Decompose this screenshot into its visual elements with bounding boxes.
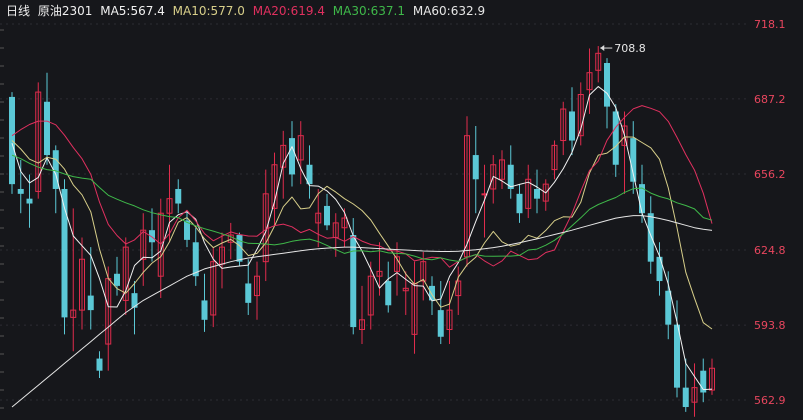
candle-body-down xyxy=(245,283,252,303)
candle-body-down xyxy=(87,295,94,311)
y-tick-label: 656.2 xyxy=(754,168,786,181)
candle-body-down xyxy=(472,155,479,180)
y-tick-label: 593.8 xyxy=(754,319,786,332)
candle-body-down xyxy=(612,111,619,165)
ma5-line xyxy=(11,86,713,391)
candle-body-down xyxy=(604,63,610,107)
candle-body-down xyxy=(96,358,103,371)
y-tick-label: 624.8 xyxy=(754,244,786,257)
candle-body-down xyxy=(647,213,654,262)
candle-body-down xyxy=(201,300,208,320)
ma30-line xyxy=(11,154,713,262)
candle-body-down xyxy=(17,188,24,194)
y-tick-label: 687.2 xyxy=(754,93,786,106)
y-tick-label: 562.9 xyxy=(754,394,786,407)
candle-body-down xyxy=(114,273,120,286)
candle-body-down xyxy=(175,188,182,204)
candle-body-down xyxy=(192,242,199,277)
candle-body-down xyxy=(26,198,33,204)
candle-body-down xyxy=(350,235,357,328)
ma20-line xyxy=(11,105,713,268)
candle-body-down xyxy=(289,138,295,175)
candle-body-down xyxy=(44,101,50,156)
candle-body-down xyxy=(385,281,392,306)
candle-body-down xyxy=(682,387,689,408)
candle-body-down xyxy=(665,290,672,325)
candlestick-plot[interactable]: 718.1 687.2 656.2 624.8 593.8 562.9 708.8 xyxy=(0,0,803,420)
high-marker-label: 708.8 xyxy=(614,42,646,55)
y-tick-label: 718.1 xyxy=(754,18,786,31)
kline-chart-panel[interactable]: 日线 原油2301 MA5:567.4 MA10:577.0 MA20:619.… xyxy=(0,0,803,420)
high-marker-arrow xyxy=(600,45,605,52)
candle-body-down xyxy=(656,256,663,282)
candle-body-down xyxy=(516,193,523,214)
candle-body-down xyxy=(534,188,540,199)
candle-body-down xyxy=(569,111,575,141)
candle-body-down xyxy=(437,310,444,337)
candle-body-down xyxy=(324,205,330,226)
